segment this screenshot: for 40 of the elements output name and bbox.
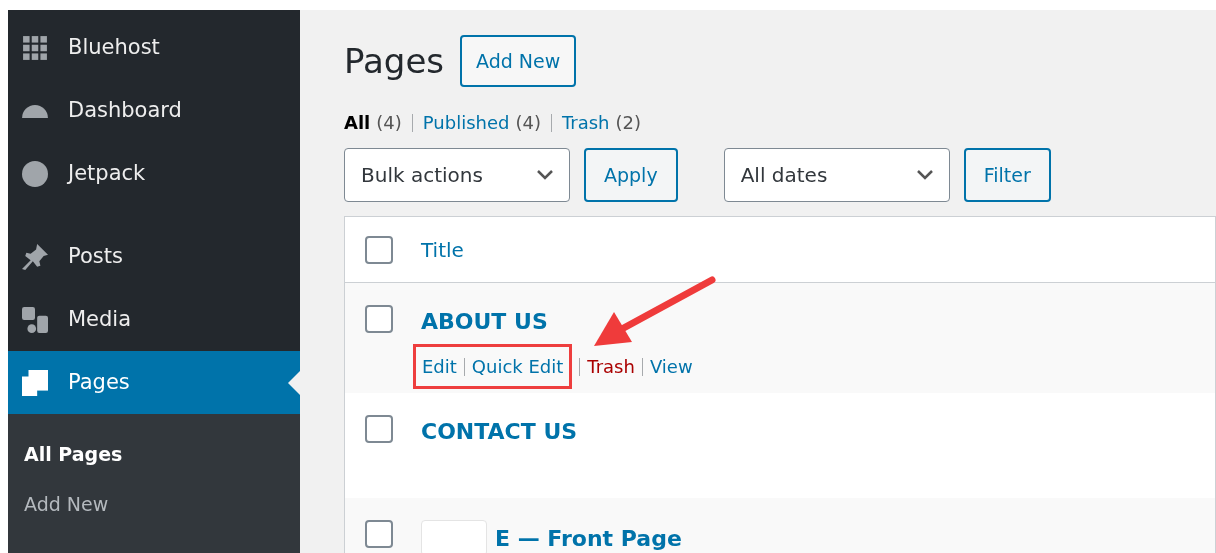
status-filter-link[interactable]: Published bbox=[422, 109, 510, 136]
gauge-icon bbox=[22, 103, 48, 118]
checkbox[interactable] bbox=[365, 415, 393, 443]
row-action-link[interactable]: View bbox=[649, 353, 693, 380]
bulk-actions-select[interactable]: Bulk actions bbox=[344, 148, 570, 202]
row-action-link[interactable]: Edit bbox=[422, 353, 457, 380]
page-title-link[interactable]: ABOUT US bbox=[421, 305, 548, 338]
menu-item[interactable]: Dashboard bbox=[8, 79, 300, 142]
page-title-link[interactable]: E — Front Page bbox=[495, 521, 682, 553]
menu-item[interactable]: Media bbox=[8, 288, 300, 351]
page-title-link[interactable]: CONTACT US bbox=[421, 415, 578, 448]
menu-item[interactable]: Posts bbox=[8, 225, 300, 288]
submenu-item[interactable]: All Pages bbox=[8, 434, 300, 474]
pages-icon bbox=[22, 369, 48, 396]
circle-icon bbox=[22, 160, 48, 187]
page-title: Pages bbox=[344, 39, 445, 83]
media-icon bbox=[22, 306, 48, 333]
chevron-down-icon bbox=[916, 170, 933, 180]
pushpin-icon bbox=[22, 243, 48, 270]
add-new-button[interactable]: Add New bbox=[460, 35, 577, 87]
status-count: (4) bbox=[515, 111, 541, 135]
checkbox[interactable] bbox=[365, 235, 393, 264]
checkbox[interactable] bbox=[365, 520, 393, 548]
menu-item[interactable]: Pages bbox=[8, 351, 300, 414]
menu-item[interactable]: Jetpack bbox=[8, 142, 300, 205]
row-action-link[interactable]: Quick Edit bbox=[471, 353, 564, 380]
date-filter-select[interactable]: All dates bbox=[723, 148, 950, 202]
submenu-item[interactable]: Add New bbox=[8, 484, 300, 524]
status-count: (2) bbox=[615, 111, 642, 135]
grid-icon bbox=[22, 34, 48, 61]
filter-button[interactable]: Filter bbox=[963, 148, 1051, 202]
status-count: (4) bbox=[376, 111, 402, 135]
chevron-down-icon bbox=[537, 170, 553, 180]
menu-item[interactable]: Bluehost bbox=[8, 16, 300, 79]
status-filter-link[interactable]: Trash bbox=[561, 109, 610, 136]
status-filter-link[interactable]: All bbox=[344, 109, 371, 136]
checkbox[interactable] bbox=[365, 305, 393, 333]
column-header[interactable]: Title bbox=[421, 234, 464, 265]
row-action-link[interactable]: Trash bbox=[587, 353, 635, 380]
apply-button[interactable]: Apply bbox=[584, 148, 678, 202]
